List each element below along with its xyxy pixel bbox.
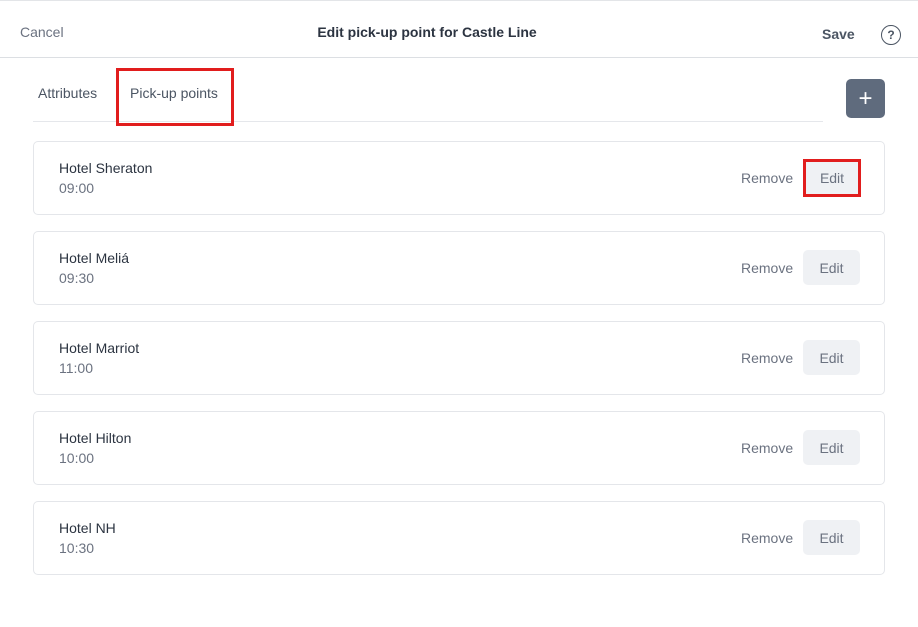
- pickup-point-time: 11:00: [59, 360, 93, 376]
- edit-button[interactable]: Edit: [803, 340, 860, 375]
- add-pickup-point-button[interactable]: +: [846, 79, 885, 118]
- edit-button[interactable]: Edit: [803, 430, 860, 465]
- remove-button[interactable]: Remove: [741, 260, 793, 276]
- pickup-point-name: Hotel NH: [59, 520, 116, 536]
- pickup-point-name: Hotel Marriot: [59, 340, 140, 356]
- pickup-point-time: 10:30: [59, 540, 95, 556]
- remove-button[interactable]: Remove: [741, 440, 793, 456]
- edit-button[interactable]: Edit: [803, 159, 861, 197]
- help-glyph: ?: [887, 28, 895, 42]
- pickup-point-card: Hotel NH 10:30 Remove Edit: [33, 501, 885, 575]
- pickup-point-name: Hotel Meliá: [59, 250, 130, 266]
- pickup-point-card: Hotel Sheraton 09:00 Remove Edit: [33, 141, 885, 215]
- plus-icon: +: [858, 84, 873, 112]
- page: Cancel Edit pick-up point for Castle Lin…: [0, 0, 918, 627]
- pickup-point-card: Hotel Hilton 10:00 Remove Edit: [33, 411, 885, 485]
- pickup-point-card: Hotel Meliá 09:30 Remove Edit: [33, 231, 885, 305]
- edit-button[interactable]: Edit: [803, 250, 860, 285]
- pickup-point-time: 09:00: [59, 180, 95, 196]
- page-title: Edit pick-up point for Castle Line: [317, 24, 537, 40]
- remove-button[interactable]: Remove: [741, 530, 793, 546]
- remove-button[interactable]: Remove: [741, 170, 793, 186]
- question-circle-icon[interactable]: ?: [881, 25, 901, 45]
- pickup-point-time: 09:30: [59, 270, 95, 286]
- pickup-points-list: Hotel Sheraton 09:00 Remove Edit Hotel M…: [33, 141, 885, 591]
- pickup-point-time: 10:00: [59, 450, 95, 466]
- pickup-point-name: Hotel Hilton: [59, 430, 132, 446]
- tab-attributes[interactable]: Attributes: [38, 85, 97, 101]
- remove-button[interactable]: Remove: [741, 350, 793, 366]
- header-bar: Cancel Edit pick-up point for Castle Lin…: [0, 1, 918, 58]
- edit-button[interactable]: Edit: [803, 520, 860, 555]
- pickup-point-name: Hotel Sheraton: [59, 160, 153, 176]
- pickup-point-card: Hotel Marriot 11:00 Remove Edit: [33, 321, 885, 395]
- tab-bar: Attributes Pick-up points: [33, 58, 823, 126]
- tab-pick-up-points[interactable]: Pick-up points: [116, 68, 234, 126]
- save-button[interactable]: Save: [822, 26, 855, 42]
